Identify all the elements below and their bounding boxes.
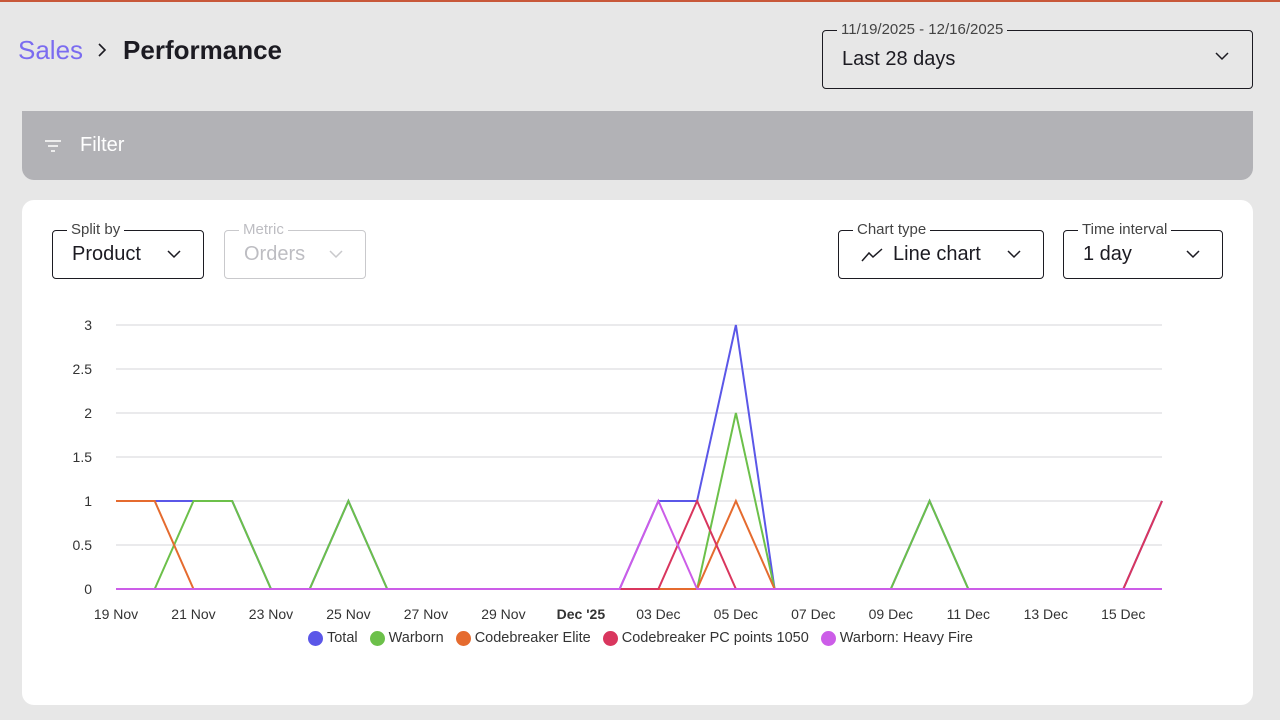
y-tick-label: 1 [84,493,92,509]
date-range-legend: 11/19/2025 - 12/16/2025 [837,21,1008,39]
legend-item[interactable]: Codebreaker Elite [455,630,591,646]
legend-dot [369,630,385,646]
legend-label: Warborn: Heavy Fire [839,630,973,646]
y-tick-label: 2.5 [73,361,93,377]
y-tick-label: 1.5 [73,449,93,465]
page-title: Performance [123,34,283,65]
x-tick-label: Dec '25 [557,606,606,622]
x-tick-label: 27 Nov [404,606,448,622]
x-tick-label: 29 Nov [481,606,525,622]
legend-dot [307,630,323,646]
chevron-down-icon [1215,52,1229,61]
legend-item[interactable]: Total [307,630,358,646]
legend-dot [602,630,618,646]
legend-label: Codebreaker Elite [474,630,591,646]
date-range-select[interactable]: 11/19/2025 - 12/16/2025 Last 28 days [822,21,1253,89]
x-tick-label: 05 Dec [714,606,758,622]
chevron-right-icon [97,43,107,57]
y-tick-label: 2 [84,405,92,421]
x-tick-label: 23 Nov [249,606,293,622]
filter-icon [44,139,62,153]
x-tick-label: 21 Nov [171,606,215,622]
orders-line-chart: 0 0.5 1 1.5 2 2.5 3 19 Nov 21 Nov 23 Nov 25 Nov 27 … [73,317,1163,622]
legend-dot [455,630,471,646]
x-tick-label: 25 Nov [326,606,370,622]
x-tick-label: 07 Dec [791,606,835,622]
x-tick-label: 11 Dec [947,606,990,622]
chart-legend: Total Warborn Codebreaker Elite Codebreaker… [22,630,1253,646]
breadcrumb-sales-link[interactable]: Sales [18,35,83,66]
y-tick-label: 0.5 [73,537,93,553]
legend-item[interactable]: Codebreaker PC points 1050 [602,630,809,646]
chart-card: Split by Product Metric Orders Chart typ… [22,200,1253,705]
y-tick-label: 3 [84,317,92,333]
x-tick-label: 19 Nov [94,606,138,622]
x-tick-label: 15 Dec [1101,606,1145,622]
legend-item[interactable]: Warborn [369,630,444,646]
breadcrumb: Sales Performance [18,34,282,66]
y-tick-label: 0 [84,581,92,597]
page-header: Sales Performance 11/19/2025 - 12/16/202… [0,2,1280,102]
x-tick-label: 13 Dec [1024,606,1068,622]
legend-label: Codebreaker PC points 1050 [621,630,809,646]
legend-item[interactable]: Warborn: Heavy Fire [820,630,973,646]
x-tick-label: 03 Dec [636,606,680,622]
legend-label: Total [326,630,358,646]
filter-label: Filter [80,134,125,156]
filter-bar[interactable]: Filter [22,111,1253,180]
x-tick-label: 09 Dec [869,606,913,622]
legend-dot [820,630,836,646]
date-range-value: Last 28 days [842,48,956,70]
legend-label: Warborn [388,630,444,646]
